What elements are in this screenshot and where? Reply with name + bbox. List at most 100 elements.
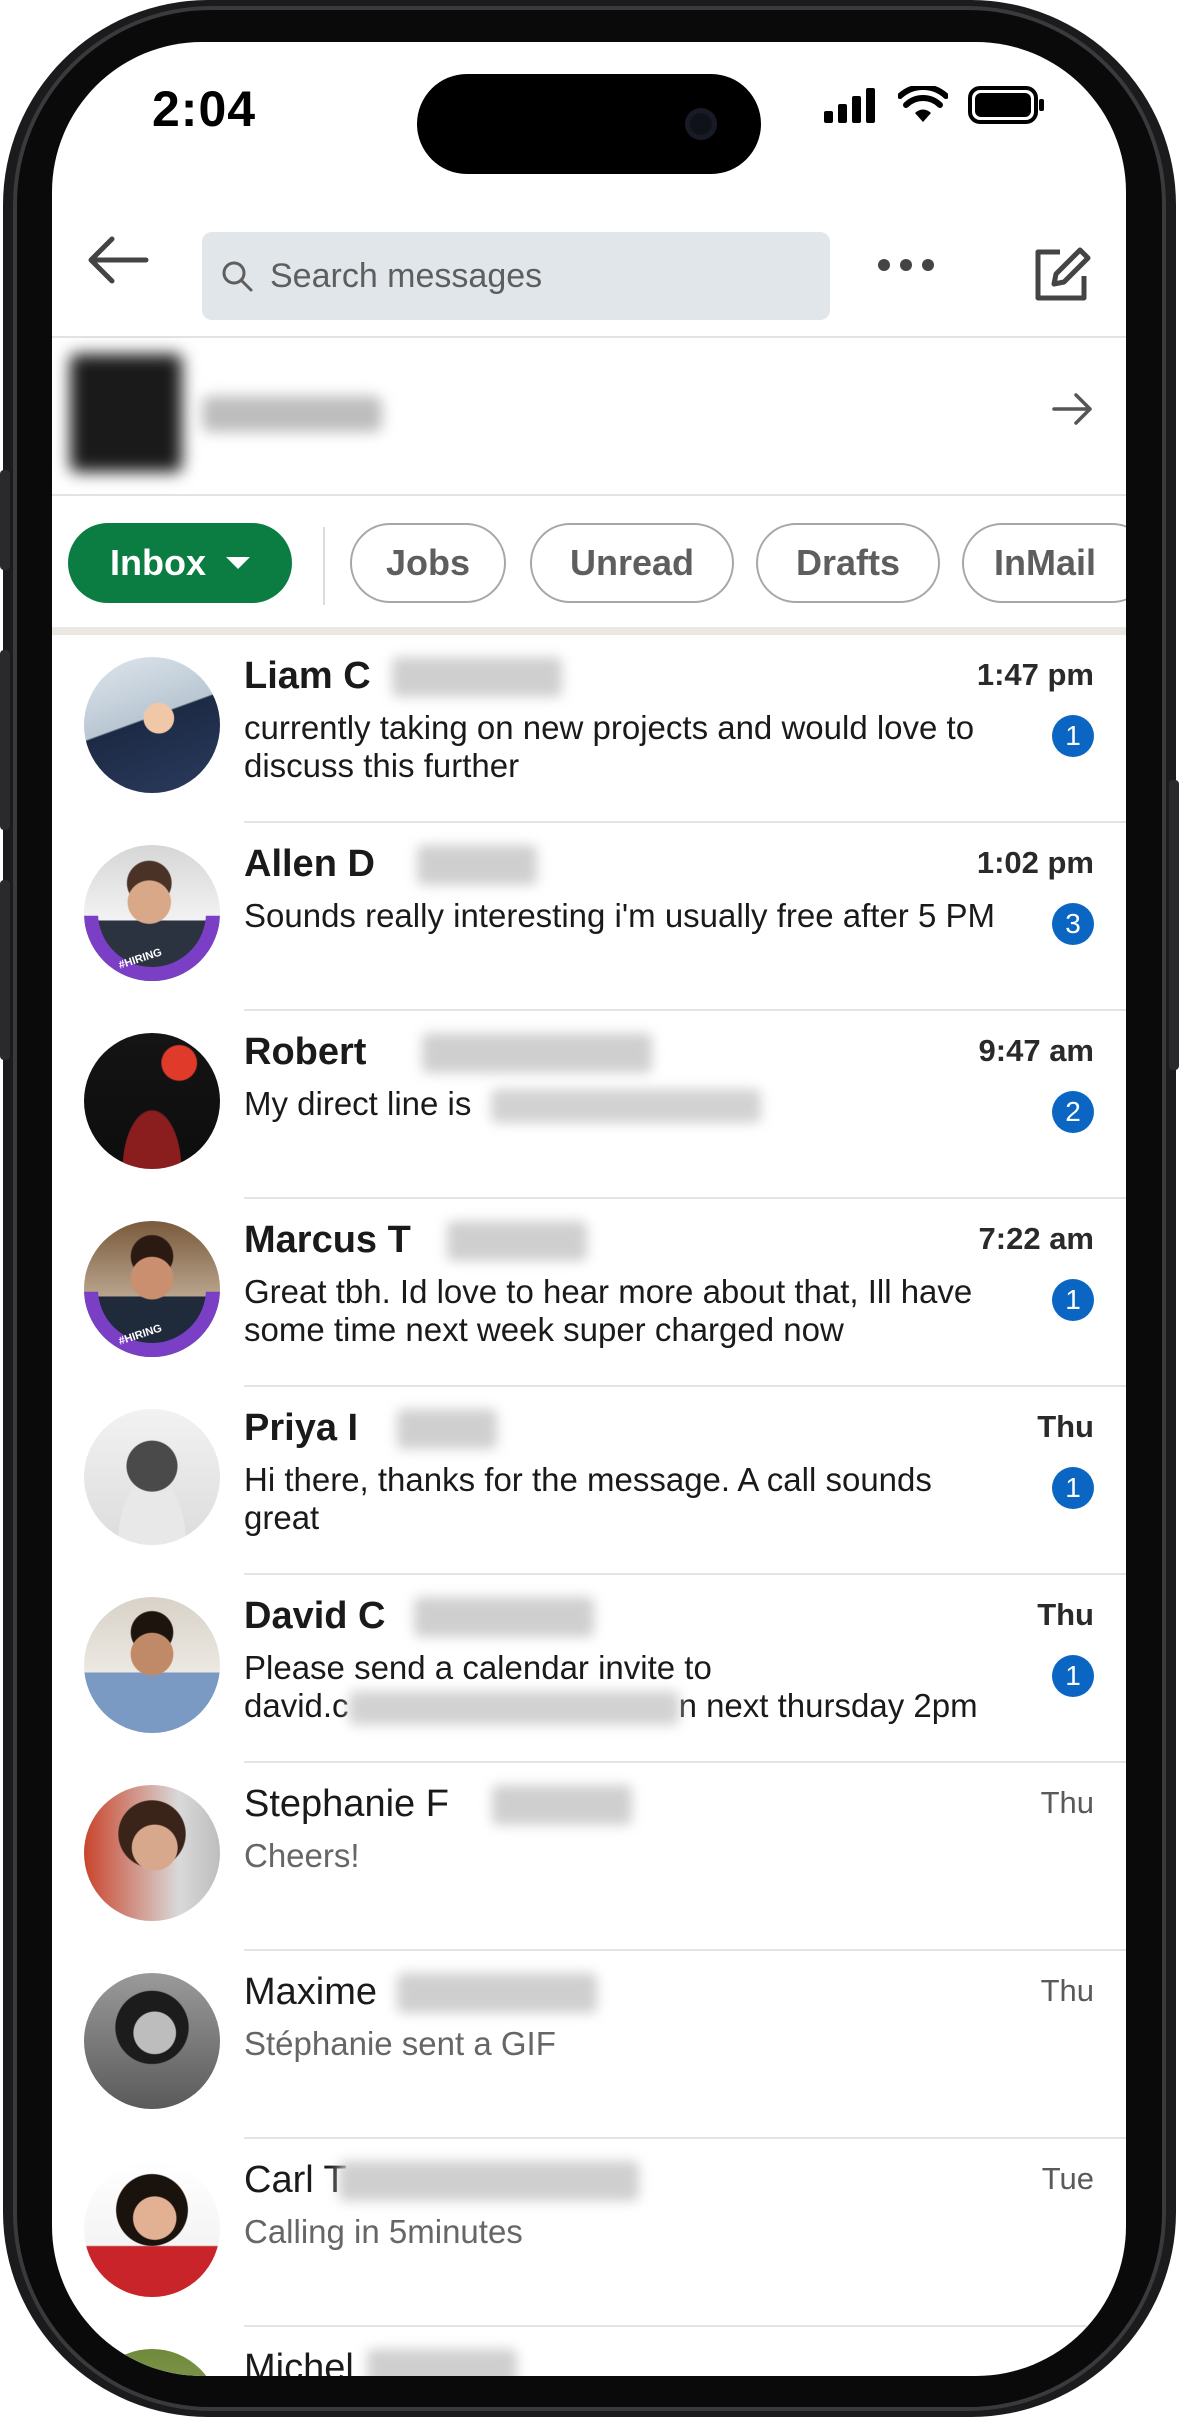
contact-name: Robert bbox=[244, 1031, 367, 1073]
messaging-header: Search messages bbox=[52, 187, 1126, 337]
front-camera bbox=[685, 108, 717, 140]
avatar bbox=[84, 1785, 220, 1921]
message-preview: Great tbh. Id love to hear more about th… bbox=[244, 1273, 973, 1348]
contact-name: Allen D bbox=[244, 843, 375, 885]
preview-line-2: david.c n next thursday 2pm bbox=[244, 1687, 1004, 1726]
filter-unread-label: Unread bbox=[569, 542, 695, 583]
status-time: 2:04 bbox=[152, 81, 257, 137]
name-redacted bbox=[417, 845, 537, 885]
email-prefix: david.c bbox=[244, 1687, 349, 1724]
wifi-icon bbox=[898, 86, 948, 122]
preview-text: My direct line is bbox=[244, 1085, 472, 1122]
name-redacted bbox=[447, 1221, 587, 1261]
message-time: Thu bbox=[1037, 1409, 1094, 1444]
name-redacted bbox=[392, 657, 562, 697]
phone-redacted bbox=[490, 1089, 761, 1124]
company-divider bbox=[52, 494, 1126, 496]
cellular-signal-icon bbox=[824, 88, 875, 123]
unread-count-badge: 1 bbox=[1052, 1655, 1094, 1697]
filter-inmail[interactable]: InMail bbox=[962, 523, 1126, 603]
contact-name: Marcus T bbox=[244, 1219, 411, 1261]
name-redacted bbox=[397, 1409, 497, 1449]
contact-name: Carl T bbox=[244, 2159, 347, 2201]
conversation-row[interactable]: Robert 9:47 am My direct line is 2 bbox=[52, 1011, 1126, 1199]
volume-down-button bbox=[0, 880, 10, 1060]
company-name-redacted bbox=[202, 396, 382, 432]
battery-icon bbox=[968, 86, 1044, 124]
filter-jobs[interactable]: Jobs bbox=[350, 523, 506, 603]
filter-jobs-label: Jobs bbox=[385, 542, 471, 583]
conversation-row[interactable]: Stephanie F Thu Cheers! bbox=[52, 1763, 1126, 1951]
unread-count-badge: 3 bbox=[1052, 903, 1094, 945]
filter-drafts[interactable]: Drafts bbox=[756, 523, 940, 603]
compose-icon[interactable] bbox=[1030, 242, 1094, 306]
name-redacted bbox=[367, 2349, 517, 2376]
search-input[interactable]: Search messages bbox=[202, 232, 830, 320]
conversation-row[interactable]: Maxime Thu Stéphanie sent a GIF bbox=[52, 1951, 1126, 2139]
search-icon bbox=[222, 261, 253, 292]
conversation-row[interactable]: Michel Tu bbox=[52, 2327, 1126, 2376]
message-preview: Calling in 5minutes bbox=[244, 2213, 523, 2250]
avatar bbox=[84, 2349, 220, 2376]
message-preview: Hi there, thanks for the message. A call… bbox=[244, 1461, 932, 1536]
avatar bbox=[84, 657, 220, 793]
unread-count-badge: 1 bbox=[1052, 1467, 1094, 1509]
contact-name: Stephanie F bbox=[244, 1783, 449, 1825]
filter-unread[interactable]: Unread bbox=[530, 523, 734, 603]
message-preview: currently taking on new projects and wou… bbox=[244, 709, 975, 784]
conversation-row[interactable]: David C Thu Please send a calendar invit… bbox=[52, 1575, 1126, 1763]
conversation-row[interactable]: #HIRING Marcus T 7:22 am Great tbh. Id l… bbox=[52, 1199, 1126, 1387]
message-time: Tu bbox=[1058, 2349, 1094, 2376]
company-page-row[interactable] bbox=[52, 338, 1126, 494]
preview-line-1: Please send a calendar invite to bbox=[244, 1649, 712, 1686]
avatar bbox=[84, 1033, 220, 1169]
unread-count-badge: 1 bbox=[1052, 715, 1094, 757]
chip-separator bbox=[323, 527, 325, 605]
contact-name: Priya I bbox=[244, 1407, 359, 1449]
email-redacted bbox=[348, 1691, 679, 1726]
filter-inbox[interactable]: Inbox bbox=[68, 523, 292, 603]
filter-drafts-label: Drafts bbox=[795, 542, 901, 583]
message-time: 1:02 pm bbox=[976, 845, 1094, 880]
arrow-right-icon[interactable] bbox=[1050, 386, 1096, 432]
message-preview: Stéphanie sent a GIF bbox=[244, 2025, 556, 2062]
message-time: Thu bbox=[1040, 1785, 1094, 1820]
preview-suffix: n next thursday 2pm bbox=[678, 1687, 978, 1724]
name-redacted bbox=[414, 1597, 594, 1637]
name-redacted bbox=[339, 2161, 639, 2201]
status-icons bbox=[822, 86, 1048, 124]
message-preview: My direct line is bbox=[244, 1085, 1004, 1124]
volume-up-button bbox=[0, 650, 10, 830]
contact-name: Liam C bbox=[244, 655, 371, 697]
name-redacted bbox=[492, 1785, 632, 1825]
avatar bbox=[84, 1597, 220, 1733]
contact-name: David C bbox=[244, 1595, 386, 1637]
unread-count-badge: 1 bbox=[1052, 1279, 1094, 1321]
name-redacted bbox=[397, 1973, 597, 2013]
action-button bbox=[0, 470, 10, 570]
power-button bbox=[1169, 780, 1179, 1070]
name-redacted bbox=[422, 1033, 652, 1073]
conversation-row[interactable]: Liam C 1:47 pm currently taking on new p… bbox=[52, 635, 1126, 823]
filter-inbox-label: Inbox bbox=[110, 542, 206, 583]
message-time: Tue bbox=[1041, 2161, 1094, 2196]
conversation-row[interactable]: #HIRING Allen D 1:02 pm Sounds really in… bbox=[52, 823, 1126, 1011]
filter-chips: Inbox Jobs Unread Drafts InMail bbox=[52, 497, 1126, 625]
conversation-row[interactable]: Carl T Tue Calling in 5minutes bbox=[52, 2139, 1126, 2327]
back-arrow-icon[interactable] bbox=[82, 225, 152, 295]
avatar bbox=[84, 1973, 220, 2109]
message-time: Thu bbox=[1037, 1597, 1094, 1632]
message-preview: Sounds really interesting i'm usually fr… bbox=[244, 897, 995, 934]
chevron-down-icon bbox=[226, 557, 250, 569]
contact-name: Maxime bbox=[244, 1971, 378, 2013]
avatar bbox=[84, 1409, 220, 1545]
avatar bbox=[84, 2161, 220, 2297]
more-options-icon[interactable] bbox=[878, 259, 934, 271]
conversation-row[interactable]: Priya I Thu Hi there, thanks for the mes… bbox=[52, 1387, 1126, 1575]
contact-name: Michel bbox=[244, 2347, 354, 2376]
filter-inmail-label: InMail bbox=[994, 542, 1097, 583]
message-preview: Please send a calendar invite to david.c… bbox=[244, 1649, 1004, 1726]
dynamic-island bbox=[417, 74, 761, 174]
company-logo bbox=[70, 354, 182, 472]
list-top-separator bbox=[52, 627, 1126, 635]
